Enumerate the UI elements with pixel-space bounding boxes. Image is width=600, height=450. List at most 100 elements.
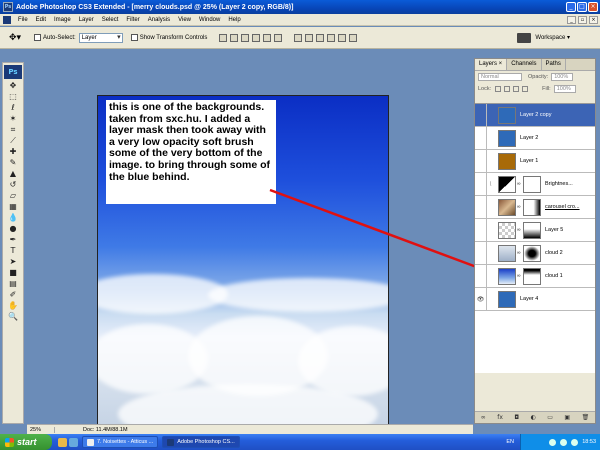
tray-icon[interactable] <box>549 438 557 446</box>
healing-brush-icon[interactable]: ✚ <box>5 147 21 156</box>
visibility-toggle[interactable] <box>475 103 487 127</box>
mask-thumbnail[interactable] <box>523 221 541 239</box>
align-vcenter-icon[interactable] <box>230 33 239 42</box>
lock-transparency-icon[interactable] <box>495 86 502 92</box>
zoom-field[interactable]: 25% <box>27 426 55 433</box>
layer-row[interactable]: ∞ cloud 1 <box>475 264 595 288</box>
eyedropper-tool-icon[interactable]: ✐ <box>5 290 21 299</box>
visibility-toggle[interactable] <box>475 241 487 265</box>
menu-layer[interactable]: Layer <box>75 17 98 23</box>
distribute-top-icon[interactable] <box>294 33 303 42</box>
maximize-button[interactable]: □ <box>577 2 587 12</box>
layer-row[interactable]: Layer 2 <box>475 126 595 150</box>
lasso-tool-icon[interactable]: ℓ <box>5 103 21 112</box>
visibility-toggle[interactable] <box>475 149 487 173</box>
layer-row[interactable]: ∞ cloud 2 <box>475 241 595 265</box>
move-tool-icon[interactable]: ✥ <box>5 81 21 90</box>
visibility-toggle[interactable] <box>475 195 487 219</box>
path-selection-icon[interactable]: ➤ <box>5 257 21 266</box>
visibility-toggle[interactable] <box>475 126 487 150</box>
lock-pixels-icon[interactable] <box>504 86 511 92</box>
align-right-icon[interactable] <box>274 33 283 42</box>
layer-row[interactable]: ∞ Layer 5 <box>475 218 595 242</box>
clone-stamp-icon[interactable]: ▲ <box>5 169 21 178</box>
menu-view[interactable]: View <box>174 17 195 23</box>
tab-layers[interactable]: Layers × <box>475 59 508 70</box>
distribute-hcenter-icon[interactable] <box>338 33 347 42</box>
type-tool-icon[interactable]: T <box>5 246 21 255</box>
align-top-icon[interactable] <box>219 33 228 42</box>
history-brush-icon[interactable]: ↺ <box>5 180 21 189</box>
minimize-button[interactable]: _ <box>566 2 576 12</box>
document-canvas[interactable]: this is one of the backgrounds. taken fr… <box>97 95 389 432</box>
taskbar-button-atticus[interactable]: 7. Noisettes - Atticus ... <box>82 436 159 448</box>
menu-edit[interactable]: Edit <box>32 17 50 23</box>
visibility-toggle[interactable] <box>475 218 487 242</box>
brush-tool-icon[interactable]: ✎ <box>5 158 21 167</box>
mask-icon[interactable]: ◘ <box>514 414 519 421</box>
menu-image[interactable]: Image <box>50 17 75 23</box>
folder-icon[interactable]: ▭ <box>547 414 553 421</box>
lock-all-icon[interactable] <box>522 86 529 92</box>
opacity-field[interactable]: 100% <box>551 73 574 81</box>
new-layer-icon[interactable]: ▣ <box>564 414 570 421</box>
menu-select[interactable]: Select <box>98 17 123 23</box>
mask-thumbnail[interactable] <box>523 198 541 216</box>
align-left-icon[interactable] <box>252 33 261 42</box>
tab-channels[interactable]: Channels <box>507 59 542 70</box>
mask-thumbnail[interactable] <box>523 267 541 285</box>
close-button[interactable]: × <box>588 2 598 12</box>
mask-thumbnail[interactable] <box>523 244 541 262</box>
lock-position-icon[interactable] <box>513 86 520 92</box>
distribute-bottom-icon[interactable] <box>316 33 325 42</box>
zoom-tool-icon[interactable]: 🔍 <box>5 312 21 321</box>
hand-tool-icon[interactable]: ✋ <box>5 301 21 310</box>
layer-row[interactable]: ∞ carousel cro... <box>475 195 595 219</box>
adjustment-icon[interactable]: ◐ <box>531 414 536 421</box>
menu-analysis[interactable]: Analysis <box>144 17 174 23</box>
doc-close-button[interactable]: × <box>589 15 598 24</box>
visibility-toggle[interactable] <box>475 264 487 288</box>
menu-window[interactable]: Window <box>195 17 224 23</box>
fx-icon[interactable]: fx <box>497 414 503 421</box>
menu-filter[interactable]: Filter <box>122 17 143 23</box>
doc-minimize-button[interactable]: _ <box>567 15 576 24</box>
eye-icon[interactable]: 👁 <box>475 287 487 311</box>
crop-tool-icon[interactable]: ⌗ <box>5 125 21 134</box>
show-transform-checkbox[interactable] <box>130 34 138 41</box>
visibility-toggle[interactable] <box>475 172 487 196</box>
distribute-vcenter-icon[interactable] <box>305 33 314 42</box>
shape-tool-icon[interactable]: ■ <box>5 268 21 277</box>
move-tool-preset-icon[interactable]: ✥▾ <box>4 30 26 46</box>
quick-launch-icon[interactable] <box>58 437 67 447</box>
language-indicator[interactable]: EN <box>506 439 514 445</box>
start-button[interactable]: start <box>0 434 52 450</box>
layer-row[interactable]: 👁 Layer 4 <box>475 287 595 311</box>
workspace-button[interactable]: Workspace ▾ <box>535 34 570 41</box>
dodge-tool-icon[interactable]: ● <box>5 224 21 233</box>
blend-mode-dropdown[interactable]: Normal <box>478 73 522 81</box>
blur-tool-icon[interactable]: 💧 <box>5 213 21 222</box>
taskbar-button-photoshop[interactable]: Adobe Photoshop CS... <box>162 436 240 448</box>
layer-row[interactable]: Layer 1 <box>475 149 595 173</box>
doc-restore-button[interactable]: ▫ <box>578 15 587 24</box>
menu-help[interactable]: Help <box>224 17 244 23</box>
auto-select-checkbox[interactable] <box>34 34 41 41</box>
notes-tool-icon[interactable]: ▤ <box>5 279 21 288</box>
eraser-tool-icon[interactable]: ▱ <box>5 191 21 200</box>
fill-field[interactable]: 100% <box>553 85 576 93</box>
link-icon[interactable]: ∞ <box>481 414 486 421</box>
distribute-left-icon[interactable] <box>327 33 336 42</box>
distribute-right-icon[interactable] <box>349 33 358 42</box>
align-bottom-icon[interactable] <box>241 33 250 42</box>
mask-thumbnail[interactable] <box>523 175 541 193</box>
layer-row[interactable]: ⌊ ∞ Brightnes... <box>475 172 595 196</box>
align-hcenter-icon[interactable] <box>263 33 272 42</box>
slice-tool-icon[interactable]: ⟋ <box>5 136 21 145</box>
auto-select-dropdown[interactable]: Layer <box>78 32 123 43</box>
quick-launch-icon[interactable] <box>69 437 78 447</box>
volume-icon[interactable] <box>571 438 579 446</box>
menu-file[interactable]: File <box>14 17 32 23</box>
magic-wand-tool-icon[interactable]: ✶ <box>5 114 21 123</box>
marquee-tool-icon[interactable]: ⬚ <box>5 92 21 101</box>
